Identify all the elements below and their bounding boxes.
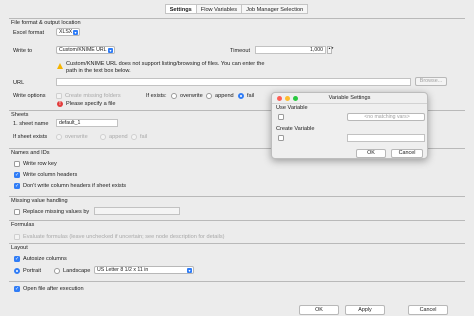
if-exists-fail-radio[interactable]: [238, 93, 244, 99]
dont-write-headers-label: Don't write column headers if sheet exis…: [23, 183, 127, 189]
sheet-exists-append-radio[interactable]: [100, 134, 106, 140]
section-title: Sheets: [11, 112, 29, 118]
tab-bar: Settings Flow Variables Job Manager Sele…: [0, 4, 474, 16]
tab-settings[interactable]: Settings: [164, 4, 197, 14]
cancel-button[interactable]: Cancel: [408, 305, 448, 315]
sheet-exists-fail-radio[interactable]: [131, 134, 137, 140]
ok-button[interactable]: OK: [299, 305, 339, 315]
use-variable-value: <no matching vars>: [364, 114, 410, 120]
close-window-icon[interactable]: [277, 96, 282, 101]
excel-format-value: XLSX: [59, 29, 73, 35]
section-title: Missing value handling: [11, 198, 68, 204]
write-to-select[interactable]: Custom/KNIME URL ▾: [56, 46, 115, 54]
apply-button[interactable]: Apply: [345, 305, 385, 315]
open-file-after-label: Open file after execution: [23, 286, 84, 292]
browse-button[interactable]: Browse...: [415, 77, 447, 86]
paper-size-select[interactable]: US Letter 8 1/2 x 11 in ▾: [94, 266, 194, 274]
write-row-key-label: Write row key: [23, 161, 57, 167]
autosize-columns-label: Autosize columns: [23, 256, 67, 262]
landscape-radio[interactable]: [54, 268, 60, 274]
write-row-key-checkbox[interactable]: [14, 161, 20, 167]
create-missing-folders-label: Create missing folders: [65, 93, 121, 99]
chevron-down-icon: ▾: [187, 268, 192, 273]
autosize-columns-checkbox[interactable]: ✓: [14, 256, 20, 262]
missing-value-section: Missing value handling Replace missing v…: [9, 196, 465, 220]
replace-missing-label: Replace missing values by: [23, 209, 90, 215]
portrait-radio[interactable]: [14, 268, 20, 274]
sheet-exists-overwrite-label: overwrite: [65, 134, 88, 140]
variable-settings-dialog: Variable Settings Use Variable <no match…: [271, 92, 428, 159]
create-variable-input[interactable]: [347, 134, 425, 142]
dont-write-headers-checkbox[interactable]: ✓: [14, 183, 20, 189]
if-exists-label: If exists:: [146, 93, 167, 99]
create-variable-checkbox[interactable]: [278, 135, 284, 141]
section-title: Names and IDs: [11, 150, 50, 156]
zoom-window-icon[interactable]: [293, 96, 298, 101]
timeout-input[interactable]: 1,000: [255, 46, 326, 54]
replace-missing-checkbox[interactable]: [14, 209, 20, 215]
write-to-value: Custom/KNIME URL: [59, 47, 107, 53]
use-variable-select[interactable]: <no matching vars>: [347, 113, 425, 121]
dialog-ok-button[interactable]: OK: [356, 149, 386, 158]
error-text: Please specify a file: [66, 101, 116, 107]
if-sheet-exists-label: If sheet exists: [13, 134, 48, 140]
url-input[interactable]: [56, 78, 411, 86]
open-file-after-checkbox[interactable]: ✓: [14, 286, 20, 292]
warning-icon: [57, 63, 63, 69]
create-variable-label: Create Variable: [276, 126, 315, 132]
write-column-headers-label: Write column headers: [23, 172, 78, 178]
replace-missing-input[interactable]: [94, 207, 180, 215]
section-title: Layout: [11, 245, 28, 251]
excel-format-select[interactable]: XLSX ▾: [56, 28, 80, 36]
write-options-label: Write options: [13, 93, 46, 99]
tab-flow-variables[interactable]: Flow Variables: [195, 4, 243, 14]
paper-size-value: US Letter 8 1/2 x 11 in: [97, 267, 149, 273]
layout-section: Layout ✓ Autosize columns Portrait Lands…: [9, 243, 465, 280]
url-label: URL: [13, 80, 25, 86]
chevron-down-icon: ▾: [108, 48, 113, 53]
write-to-label: Write to: [13, 48, 33, 54]
sheet-exists-append-label: append: [109, 134, 128, 140]
open-after-section: ✓ Open file after execution: [9, 281, 465, 297]
if-exists-append-label: append: [215, 93, 234, 99]
portrait-label: Portrait: [23, 268, 42, 274]
browse-warning-text: Custom/KNIME URL does not support listin…: [66, 61, 265, 74]
sheet-name-input[interactable]: default_1: [56, 119, 118, 127]
timeout-stepper[interactable]: ▲▼: [327, 46, 334, 54]
minimize-window-icon[interactable]: [285, 96, 290, 101]
create-missing-folders-checkbox[interactable]: [56, 93, 62, 99]
if-exists-fail-label: fail: [247, 93, 255, 99]
evaluate-formulas-label: Evaluate formulas (leave unchecked if un…: [23, 234, 225, 240]
landscape-label: Landscape: [63, 268, 91, 274]
use-variable-label: Use Variable: [276, 105, 308, 111]
excel-format-label: Excel format: [13, 30, 45, 36]
if-exists-append-radio[interactable]: [206, 93, 212, 99]
sheet-exists-fail-label: fail: [140, 134, 148, 140]
dialog-cancel-button[interactable]: Cancel: [391, 149, 423, 158]
error-icon: !: [57, 101, 63, 107]
use-variable-checkbox[interactable]: [278, 114, 284, 120]
chevron-down-icon: ▾: [73, 30, 78, 35]
if-exists-overwrite-label: overwrite: [180, 93, 203, 99]
tab-job-manager-selection[interactable]: Job Manager Selection: [241, 4, 309, 14]
section-title: File format & output location: [11, 20, 81, 26]
write-column-headers-checkbox[interactable]: ✓: [14, 172, 20, 178]
formulas-section: Formulas Evaluate formulas (leave unchec…: [9, 220, 465, 243]
evaluate-formulas-checkbox[interactable]: [14, 234, 20, 240]
sheet-exists-overwrite-radio[interactable]: [56, 134, 62, 140]
sheet-name-label: 1. sheet name: [13, 121, 49, 127]
timeout-label: Timeout: [230, 48, 250, 54]
section-title: Formulas: [11, 222, 35, 228]
if-exists-overwrite-radio[interactable]: [171, 93, 177, 99]
